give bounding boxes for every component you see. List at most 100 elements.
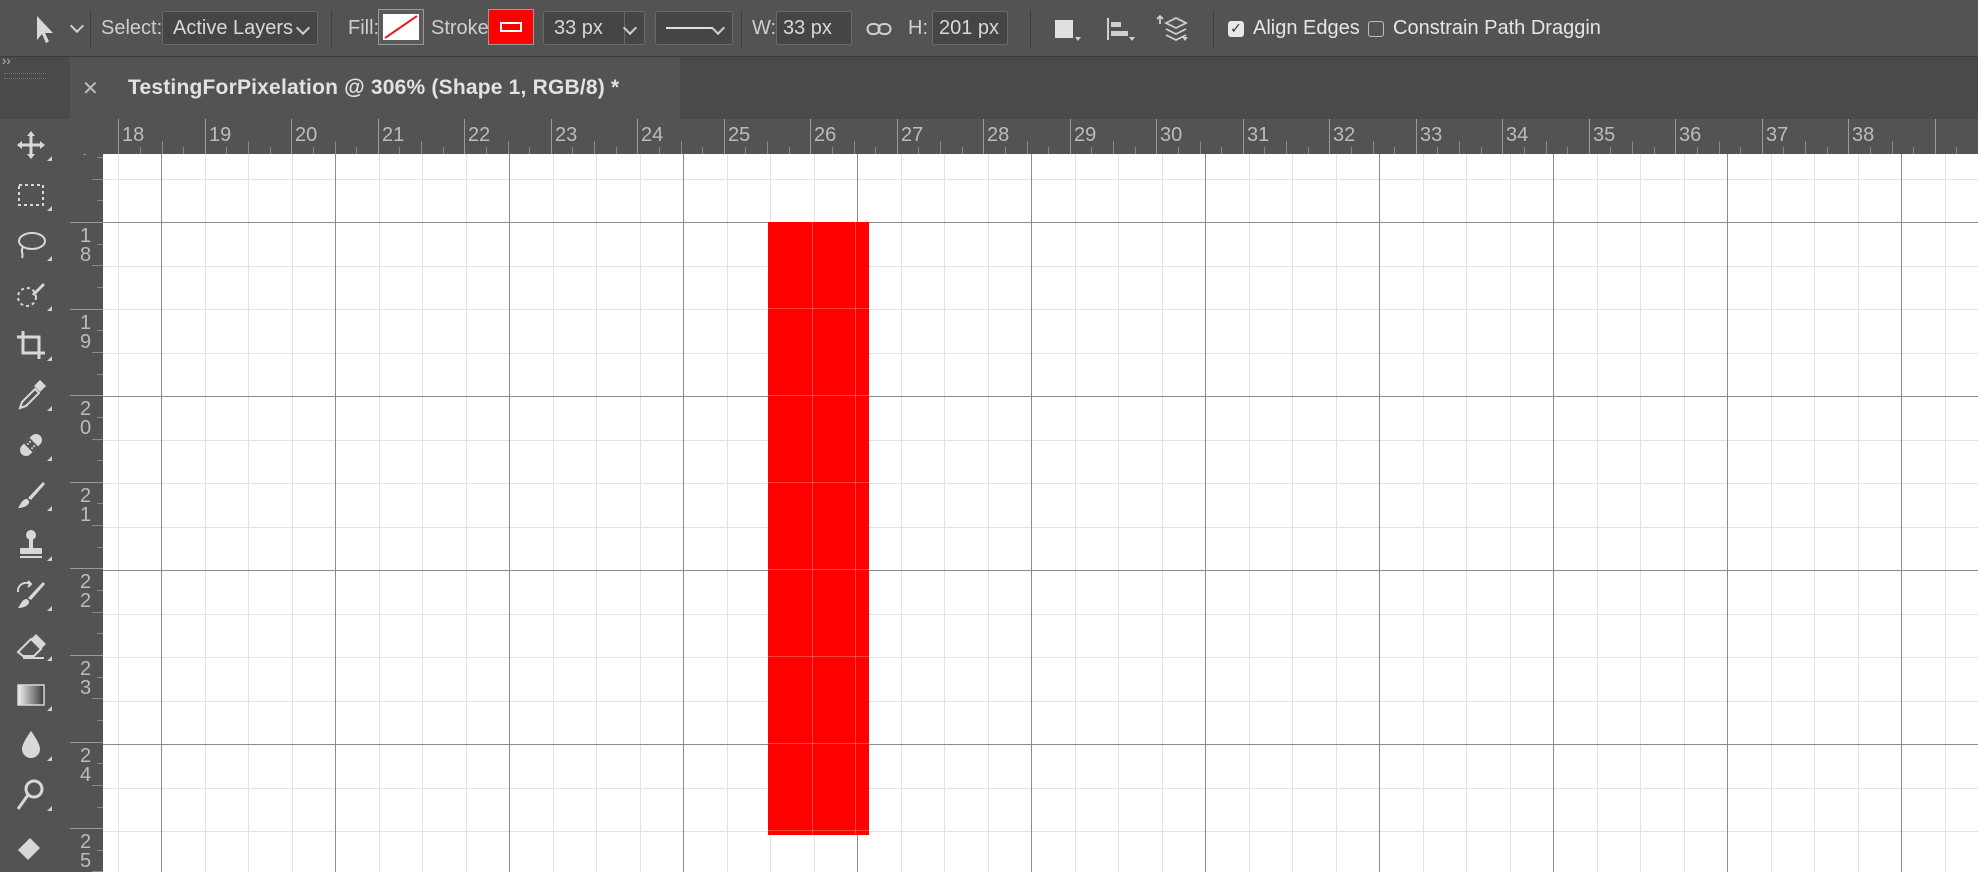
history-brush-icon — [16, 580, 45, 608]
bandage-icon — [20, 434, 42, 456]
stroke-width-value: 33 px — [554, 16, 603, 39]
dodge-icon — [16, 779, 44, 810]
horizontal-ruler[interactable]: 18 19 20 21 22 23 24 25 26 27 28 29 30 31 32 33 34 35 36 37… — [103, 119, 1978, 155]
ruler-label: 22 — [468, 124, 490, 146]
grip-icon[interactable] — [4, 73, 46, 79]
rectangular-marquee-tool[interactable] — [8, 173, 54, 217]
clone-stamp-tool[interactable] — [8, 523, 54, 567]
align-left-icon — [1107, 17, 1128, 40]
eyedropper-icon — [18, 380, 46, 410]
separator — [331, 10, 332, 48]
document-tab-bar: ›› ✕ TestingForPixelation @ 306% (Shape … — [0, 53, 1978, 119]
ruler-label: 36 — [1679, 124, 1701, 146]
solid-line-icon — [666, 27, 712, 29]
align-edges-checkbox[interactable]: ✓ Align Edges — [1228, 0, 1360, 57]
stamp-icon — [20, 530, 42, 558]
vertical-ruler[interactable]: 71819202122232425 — [70, 154, 104, 872]
crop-icon — [17, 331, 45, 359]
height-field[interactable]: 201 px — [932, 11, 1008, 45]
constrain-path-dragging-checkbox[interactable]: Constrain Path Draggin — [1368, 0, 1601, 57]
document-canvas[interactable] — [103, 154, 1978, 872]
ruler-label: 38 — [1852, 124, 1874, 146]
constrain-path-label: Constrain Path Draggin — [1393, 17, 1601, 39]
vertical-ruler-ticks: 71819202122232425 — [70, 154, 103, 872]
blur-tool[interactable] — [8, 723, 54, 767]
ruler-origin[interactable] — [70, 119, 103, 154]
chevron-down-icon — [622, 20, 638, 36]
pen-tool[interactable] — [8, 823, 54, 867]
path-operations-icon — [1055, 19, 1073, 38]
brush-tool[interactable] — [8, 473, 54, 517]
ruler-label: 27 — [901, 124, 923, 146]
panel-collapse-icon[interactable]: ›› — [2, 53, 11, 68]
ruler-label: 32 — [1333, 124, 1355, 146]
canvas-pixel-grid — [103, 154, 1978, 872]
chevron-down-icon — [295, 20, 311, 36]
options-bar: Select: Active Layers Fill: Stroke: 33 p… — [0, 0, 1978, 57]
path-selection-tool-preset[interactable] — [32, 0, 85, 57]
close-icon[interactable]: ✕ — [82, 76, 102, 101]
rectangle-shape[interactable] — [768, 222, 869, 835]
canvas-background — [103, 154, 1978, 872]
brush-icon — [18, 482, 45, 508]
separator — [1030, 10, 1031, 48]
ruler-label: 2 — [80, 590, 91, 612]
gradient-tool[interactable] — [8, 673, 54, 717]
eraser-tool[interactable] — [8, 623, 54, 667]
spot-healing-brush-tool[interactable] — [8, 423, 54, 467]
stroke-swatch[interactable] — [488, 9, 534, 45]
align-edges-label: Align Edges — [1253, 17, 1360, 39]
select-value: Active Layers — [173, 16, 294, 39]
gradient-icon — [17, 684, 45, 706]
history-brush-tool[interactable] — [8, 573, 54, 617]
stroke-width-field[interactable]: 33 px — [543, 11, 645, 45]
path-alignment-button[interactable] — [1105, 0, 1135, 57]
ruler-label: 5 — [80, 850, 91, 872]
move-tool[interactable] — [8, 123, 54, 167]
ruler-label: 31 — [1247, 124, 1269, 146]
path-selection-arrow-icon — [37, 15, 53, 43]
ruler-label: 35 — [1593, 124, 1615, 146]
chevron-down-icon — [69, 18, 85, 33]
fill-swatch[interactable] — [378, 9, 424, 45]
ruler-label: 19 — [209, 124, 231, 146]
pen-icon — [18, 838, 40, 860]
ruler-label: 26 — [814, 124, 836, 146]
document-tab[interactable]: ✕ TestingForPixelation @ 306% (Shape 1, … — [70, 57, 680, 119]
ruler-label: 4 — [80, 764, 91, 786]
select-dropdown[interactable]: Active Layers — [162, 11, 318, 45]
dodge-tool[interactable] — [8, 773, 54, 817]
eyedropper-tool[interactable] — [8, 373, 54, 417]
ruler-label: 21 — [382, 124, 404, 146]
fill-label: Fill: — [348, 17, 380, 39]
eraser-icon — [16, 634, 46, 659]
ruler-label: 8 — [80, 244, 91, 266]
lasso-icon — [18, 232, 46, 259]
select-label: Select: — [101, 17, 163, 39]
horizontal-ruler-ticks: 18 19 20 21 22 23 24 25 26 27 28 29 30 31 32 33 34 35 36 37… — [118, 119, 1957, 154]
ruler-label: 33 — [1420, 124, 1442, 146]
ruler-label: 34 — [1506, 124, 1528, 146]
width-label: W: — [752, 17, 777, 39]
chevron-down-icon — [710, 20, 726, 36]
lasso-tool[interactable] — [8, 223, 54, 267]
ruler-label: 20 — [295, 124, 317, 146]
width-field[interactable]: 33 px — [776, 11, 852, 45]
path-arrangement-button[interactable] — [1156, 0, 1188, 57]
stroke-label: Stroke: — [431, 17, 495, 39]
stroke-icon — [500, 22, 522, 32]
checkbox-unchecked-icon — [1368, 20, 1384, 37]
ruler-label: 9 — [80, 331, 91, 353]
separator — [741, 10, 742, 48]
checkbox-checked-icon: ✓ — [1228, 20, 1244, 37]
marquee-icon — [18, 184, 44, 206]
crop-tool[interactable] — [8, 323, 54, 367]
path-operations-button[interactable] — [1055, 0, 1081, 57]
ruler-label: 1 — [80, 504, 91, 526]
ruler-label: 3 — [80, 677, 91, 699]
stroke-type-dropdown[interactable] — [655, 11, 733, 45]
quick-selection-tool[interactable] — [8, 273, 54, 317]
link-icon — [866, 22, 892, 35]
ruler-label: 28 — [987, 124, 1009, 146]
link-dimensions-button[interactable] — [866, 0, 892, 57]
